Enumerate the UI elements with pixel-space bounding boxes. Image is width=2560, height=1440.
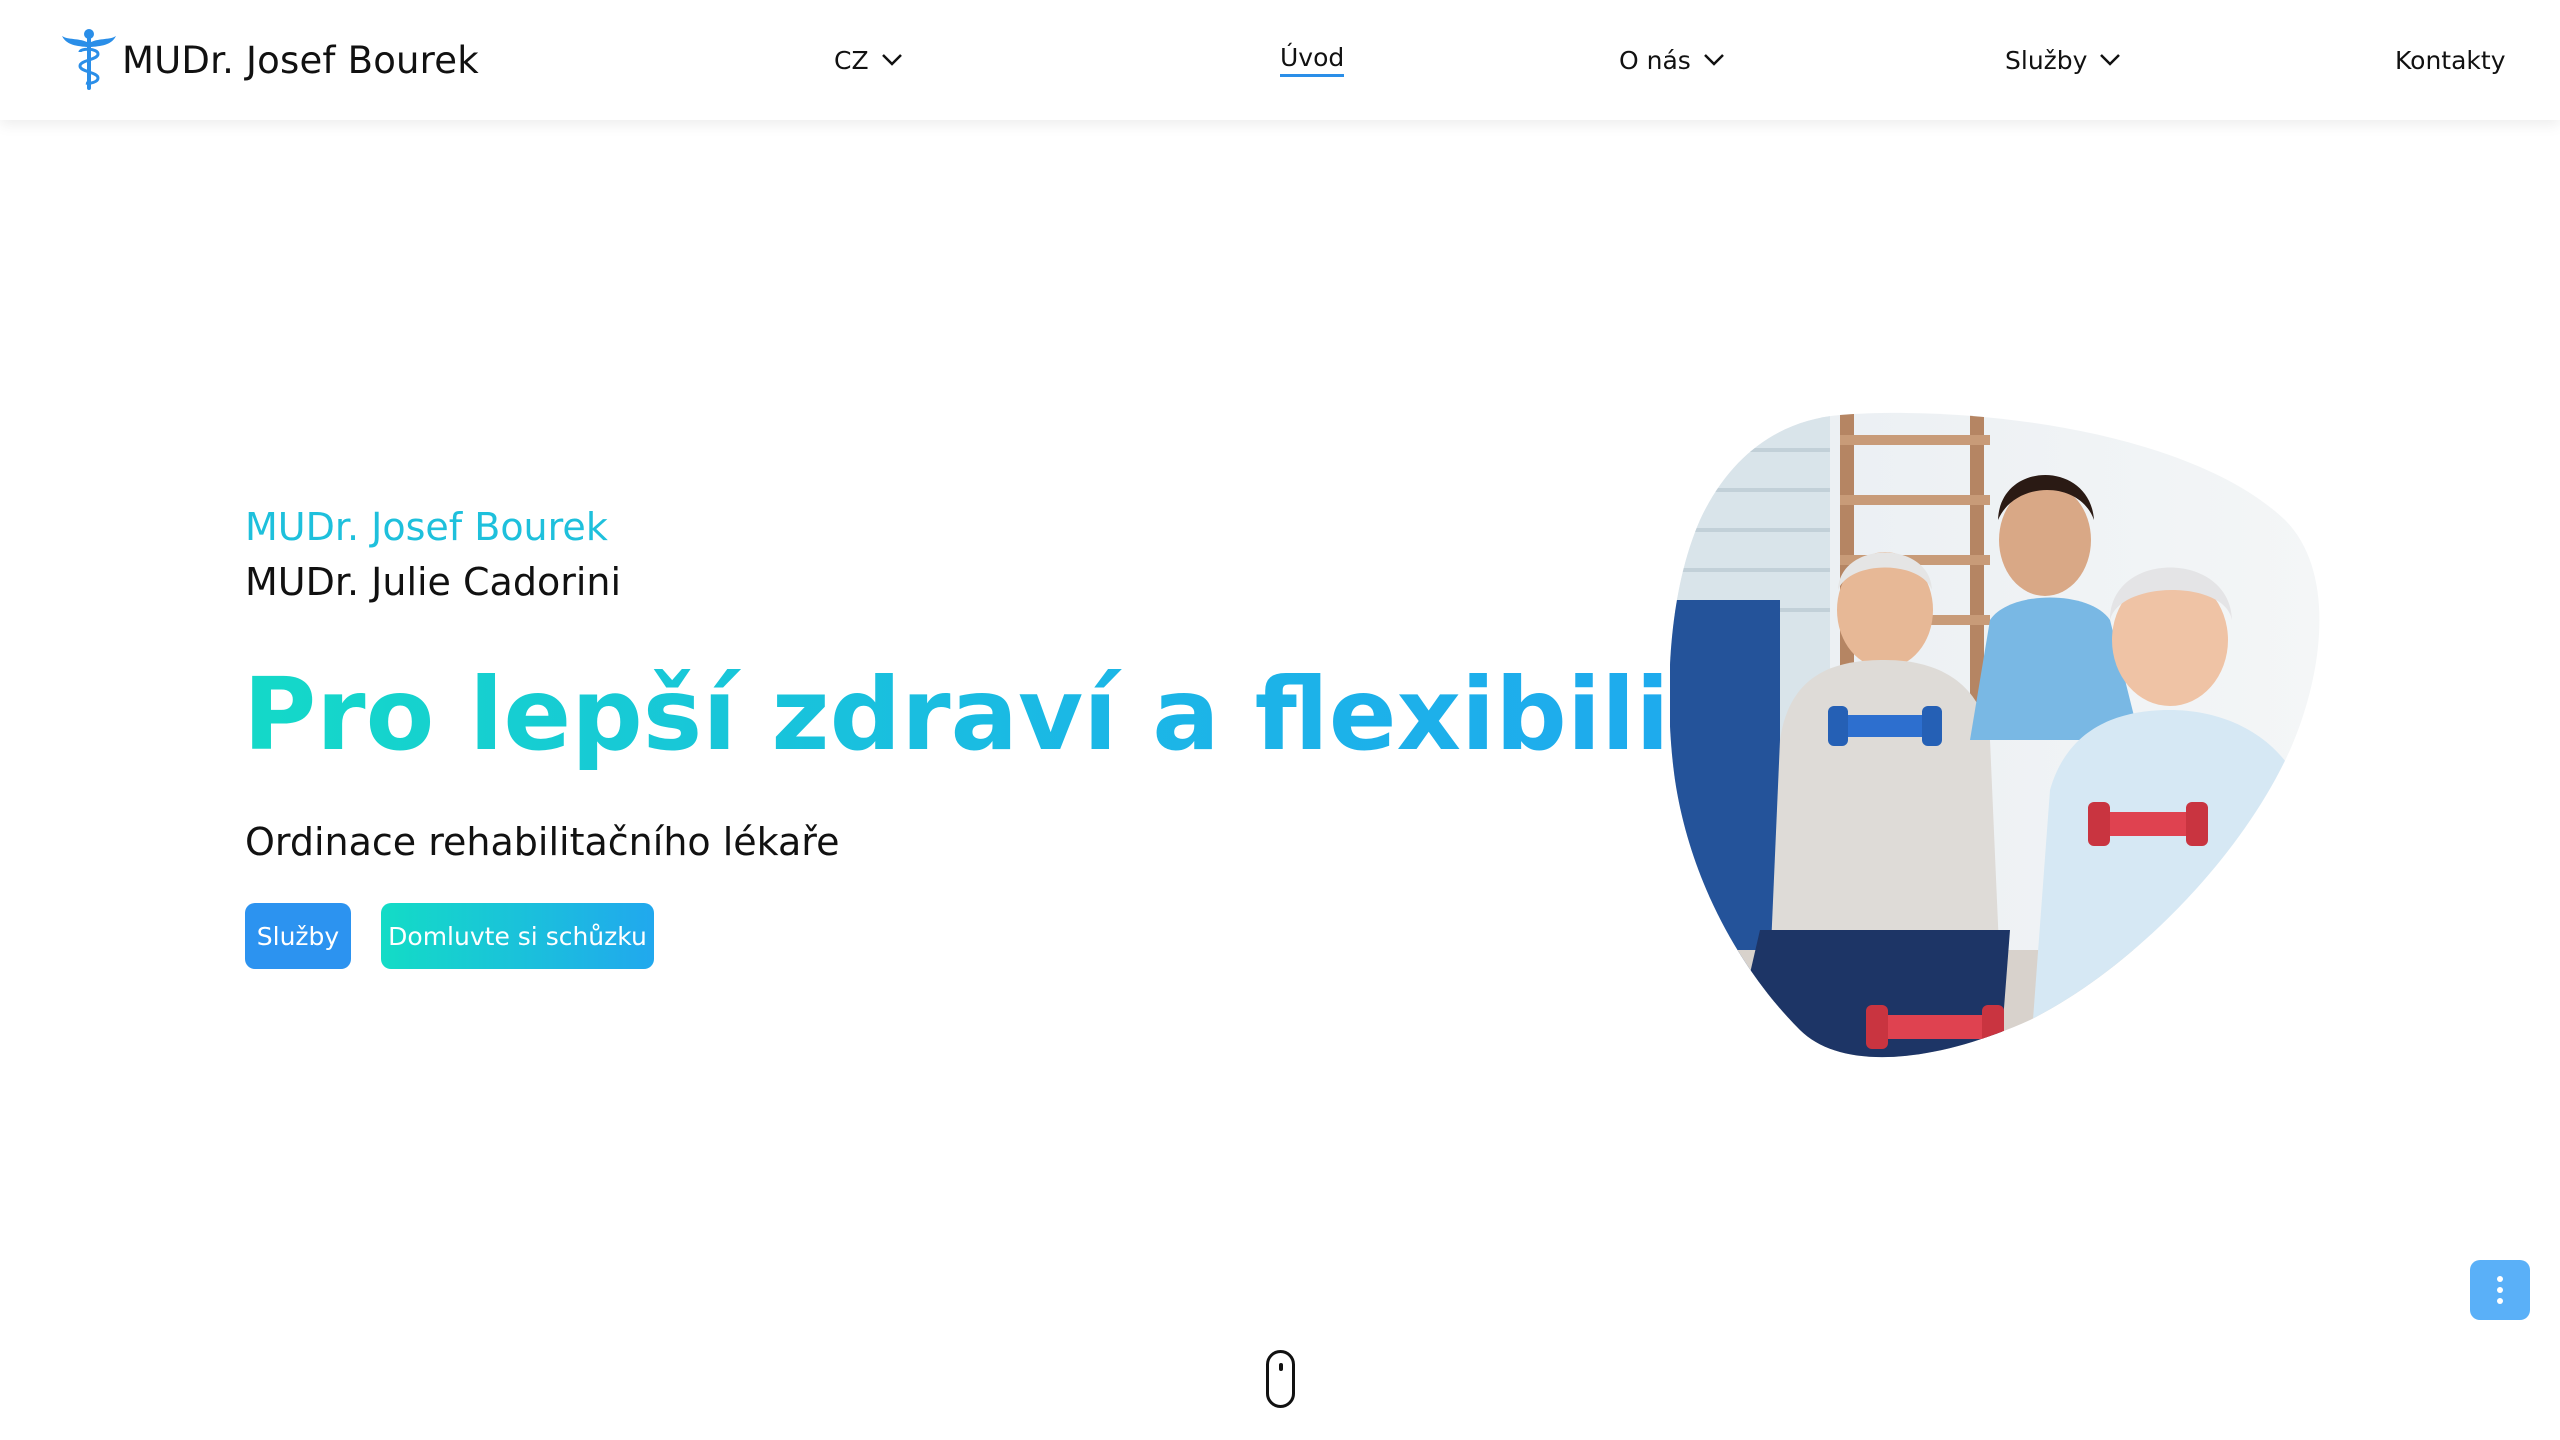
chevron-down-icon bbox=[1703, 54, 1724, 66]
nav-about-label: O nás bbox=[1619, 45, 1691, 75]
seniors-exercising-photo bbox=[1670, 412, 2320, 1058]
site-header: MUDr. Josef Bourek CZ Úvod O nás Služby … bbox=[0, 0, 2560, 120]
doctor-name-primary: MUDr. Josef Bourek bbox=[245, 505, 608, 549]
doctor-name-secondary: MUDr. Julie Cadorini bbox=[245, 560, 622, 604]
chevron-down-icon bbox=[881, 54, 902, 66]
hero-headline: Pro lepší zdraví a flexibilitu bbox=[243, 650, 1789, 780]
caduceus-icon bbox=[62, 29, 116, 90]
more-vertical-icon bbox=[2497, 1298, 2503, 1304]
nav-home-label: Úvod bbox=[1280, 43, 1345, 77]
nav-services[interactable]: Služby bbox=[2005, 0, 2121, 120]
language-label: CZ bbox=[834, 45, 869, 75]
nav-about[interactable]: O nás bbox=[1619, 0, 1725, 120]
floating-menu-button[interactable] bbox=[2470, 1260, 2530, 1320]
more-vertical-icon bbox=[2497, 1276, 2503, 1282]
nav-contacts[interactable]: Kontakty bbox=[2395, 0, 2506, 120]
language-selector[interactable]: CZ bbox=[834, 0, 903, 120]
logo-link[interactable]: MUDr. Josef Bourek bbox=[60, 28, 479, 92]
nav-home[interactable]: Úvod bbox=[1280, 0, 1345, 120]
brand-name: MUDr. Josef Bourek bbox=[122, 38, 479, 82]
mouse-wheel-dot bbox=[1279, 1363, 1283, 1371]
services-button[interactable]: Služby bbox=[245, 903, 351, 969]
chevron-down-icon bbox=[2100, 54, 2121, 66]
mouse-scroll-icon[interactable] bbox=[1266, 1350, 1295, 1408]
nav-services-label: Služby bbox=[2005, 45, 2088, 75]
nav-contacts-label: Kontakty bbox=[2395, 45, 2506, 75]
hero-tagline: Ordinace rehabilitačního lékaře bbox=[245, 820, 840, 864]
appointment-button[interactable]: Domluvte si schůzku bbox=[381, 903, 654, 969]
more-vertical-icon bbox=[2497, 1287, 2503, 1293]
